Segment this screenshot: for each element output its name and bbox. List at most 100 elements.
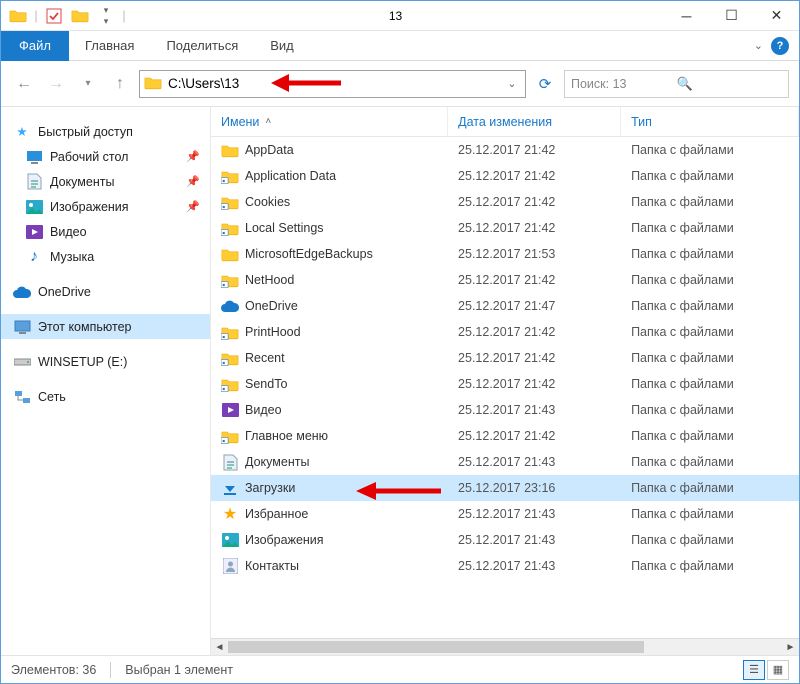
file-date: 25.12.2017 21:43 — [448, 559, 621, 573]
file-row[interactable]: OneDrive25.12.2017 21:47Папка с файлами — [211, 293, 799, 319]
file-name: Изображения — [245, 533, 324, 547]
minimize-button[interactable]: ─ — [664, 1, 709, 31]
file-row[interactable]: Контакты25.12.2017 21:43Папка с файлами — [211, 553, 799, 579]
forward-button[interactable]: → — [43, 71, 69, 97]
refresh-button[interactable]: ⟳ — [532, 71, 558, 97]
file-row[interactable]: Загрузки25.12.2017 23:16Папка с файлами — [211, 475, 799, 501]
folder-sc-icon — [221, 427, 239, 445]
sidebar-item-Видео[interactable]: Видео — [1, 219, 210, 244]
scroll-right-icon[interactable]: ► — [782, 642, 799, 653]
view-details-button[interactable]: ☰ — [743, 660, 765, 680]
view-icons-button[interactable]: ▦ — [767, 660, 789, 680]
sidebar-onedrive[interactable]: OneDrive — [1, 279, 210, 304]
pin-icon: 📌 — [186, 175, 200, 188]
column-date[interactable]: Дата изменения — [448, 107, 621, 136]
file-row[interactable]: Application Data25.12.2017 21:42Папка с … — [211, 163, 799, 189]
pic-icon — [25, 198, 43, 216]
video-icon — [25, 223, 43, 241]
file-name: Документы — [245, 455, 309, 469]
sidebar-drive[interactable]: WINSETUP (E:) — [1, 349, 210, 374]
column-name[interactable]: Имени˄ — [211, 107, 448, 136]
file-type: Папка с файлами — [621, 351, 799, 365]
download-icon — [221, 479, 239, 497]
file-date: 25.12.2017 21:42 — [448, 143, 621, 157]
file-name: Контакты — [245, 559, 299, 573]
address-dropdown-icon[interactable]: ⌄ — [503, 77, 521, 90]
ribbon-expand-icon[interactable]: ⌄ — [754, 39, 763, 52]
file-row[interactable]: Главное меню25.12.2017 21:42Папка с файл… — [211, 423, 799, 449]
qat-separator: | — [33, 5, 39, 27]
music-icon: ♪ — [25, 248, 43, 266]
folder-icon — [144, 75, 162, 93]
file-name: PrintHood — [245, 325, 301, 339]
tab-view[interactable]: Вид — [254, 31, 310, 61]
close-button[interactable]: ✕ — [754, 1, 799, 31]
file-row[interactable]: Recent25.12.2017 21:42Папка с файлами — [211, 345, 799, 371]
file-name: Recent — [245, 351, 285, 365]
file-type: Папка с файлами — [621, 247, 799, 261]
desktop-icon — [25, 148, 43, 166]
folder-sc-icon — [221, 219, 239, 237]
file-type: Папка с файлами — [621, 403, 799, 417]
file-row[interactable]: Local Settings25.12.2017 21:42Папка с фа… — [211, 215, 799, 241]
horizontal-scrollbar[interactable]: ◄ ► — [211, 638, 799, 655]
file-row[interactable]: PrintHood25.12.2017 21:42Папка с файлами — [211, 319, 799, 345]
sort-asc-icon: ˄ — [265, 116, 271, 127]
file-type: Папка с файлами — [621, 507, 799, 521]
sidebar-this-pc[interactable]: Этот компьютер — [1, 314, 210, 339]
file-row[interactable]: Видео25.12.2017 21:43Папка с файлами — [211, 397, 799, 423]
file-date: 25.12.2017 21:42 — [448, 325, 621, 339]
sidebar-item-Рабочий стол[interactable]: Рабочий стол📌 — [1, 144, 210, 169]
video-icon — [221, 401, 239, 419]
column-type[interactable]: Тип — [621, 107, 799, 136]
star-icon: ★ — [221, 505, 239, 523]
sidebar-quick-access[interactable]: ★ Быстрый доступ — [1, 119, 210, 144]
file-row[interactable]: NetHood25.12.2017 21:42Папка с файлами — [211, 267, 799, 293]
properties-icon[interactable] — [43, 5, 65, 27]
pic-icon — [221, 531, 239, 549]
onedrive-icon — [221, 297, 239, 315]
file-name: AppData — [245, 143, 294, 157]
tab-share[interactable]: Поделиться — [150, 31, 254, 61]
maximize-button[interactable]: ☐ — [709, 1, 754, 31]
search-box[interactable]: Поиск: 13 🔍 — [564, 70, 789, 98]
sidebar-item-Музыка[interactable]: ♪Музыка — [1, 244, 210, 269]
recent-dropdown[interactable]: ▾ — [75, 71, 101, 97]
file-name: Видео — [245, 403, 282, 417]
file-name: OneDrive — [245, 299, 298, 313]
file-type: Папка с файлами — [621, 195, 799, 209]
search-icon: 🔍 — [677, 76, 783, 92]
file-row[interactable]: SendTo25.12.2017 21:42Папка с файлами — [211, 371, 799, 397]
file-row[interactable]: ★Избранное25.12.2017 21:43Папка с файлам… — [211, 501, 799, 527]
qat-dropdown[interactable]: ▾▾ — [95, 5, 117, 27]
status-count: Элементов: 36 — [11, 663, 96, 677]
tab-home[interactable]: Главная — [69, 31, 150, 61]
file-type: Папка с файлами — [621, 455, 799, 469]
file-name: Application Data — [245, 169, 336, 183]
network-icon — [13, 388, 31, 406]
up-button[interactable]: ↑ — [107, 71, 133, 97]
sidebar-item-Документы[interactable]: Документы📌 — [1, 169, 210, 194]
file-row[interactable]: MicrosoftEdgeBackups25.12.2017 21:53Папк… — [211, 241, 799, 267]
doc-icon — [25, 173, 43, 191]
folder-icon — [221, 141, 239, 159]
sidebar-item-Изображения[interactable]: Изображения📌 — [1, 194, 210, 219]
file-date: 25.12.2017 21:42 — [448, 195, 621, 209]
file-name: MicrosoftEdgeBackups — [245, 247, 373, 261]
file-date: 25.12.2017 21:42 — [448, 169, 621, 183]
file-tab[interactable]: Файл — [1, 31, 69, 61]
back-button[interactable]: ← — [11, 71, 37, 97]
help-icon[interactable]: ? — [771, 37, 789, 55]
pin-icon: 📌 — [186, 150, 200, 163]
nav-sidebar: ★ Быстрый доступ Рабочий стол📌Документы📌… — [1, 107, 211, 655]
file-date: 25.12.2017 21:47 — [448, 299, 621, 313]
file-row[interactable]: AppData25.12.2017 21:42Папка с файлами — [211, 137, 799, 163]
file-row[interactable]: Cookies25.12.2017 21:42Папка с файлами — [211, 189, 799, 215]
onedrive-icon — [13, 283, 31, 301]
sidebar-network[interactable]: Сеть — [1, 384, 210, 409]
file-row[interactable]: Документы25.12.2017 21:43Папка с файлами — [211, 449, 799, 475]
contact-icon — [221, 557, 239, 575]
scroll-left-icon[interactable]: ◄ — [211, 642, 228, 653]
window-title: 13 — [127, 9, 664, 23]
file-row[interactable]: Изображения25.12.2017 21:43Папка с файла… — [211, 527, 799, 553]
